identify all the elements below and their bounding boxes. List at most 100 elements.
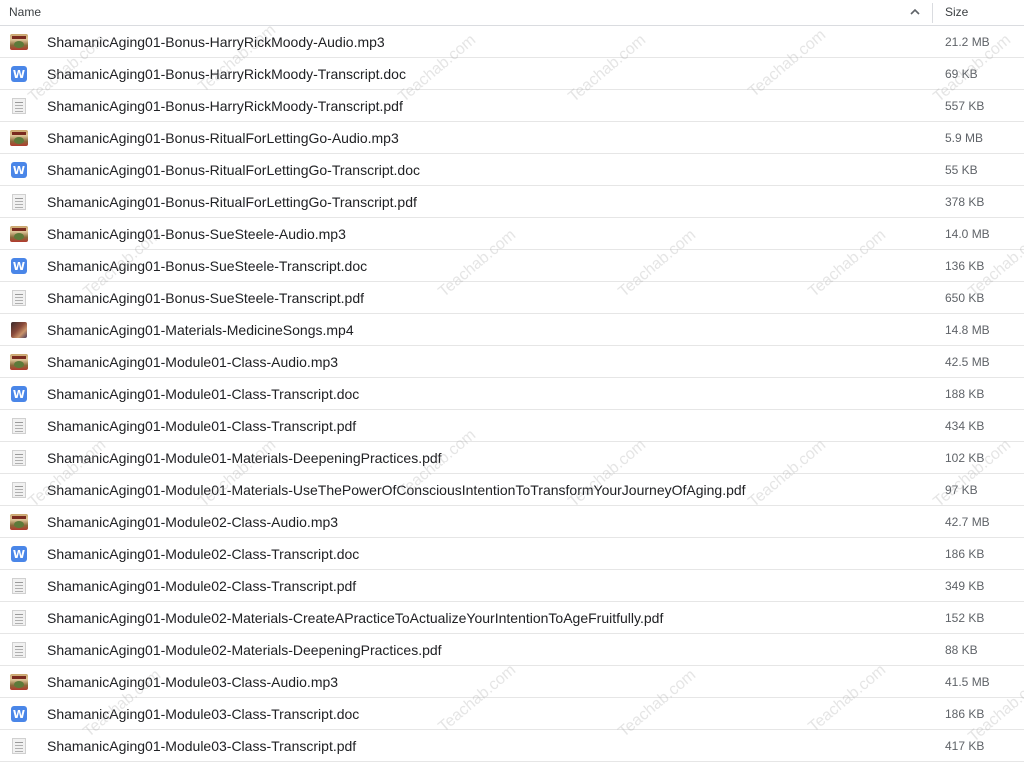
file-row[interactable]: W ShamanicAging01-Bonus-SueSteele-Transcr… <box>0 250 1024 282</box>
file-type-icon <box>10 513 28 531</box>
file-size: 88 KB <box>945 643 978 657</box>
file-size: 378 KB <box>945 195 985 209</box>
file-row[interactable]: W ShamanicAging01-Bonus-HarryRickMoody-Tr… <box>0 58 1024 90</box>
column-header-name[interactable]: Name <box>9 5 41 19</box>
audio-thumbnail-icon <box>10 354 28 370</box>
file-row[interactable]: ShamanicAging01-Module02-Class-Transcrip… <box>0 570 1024 602</box>
file-size: 102 KB <box>945 451 985 465</box>
pdf-document-icon <box>12 98 26 114</box>
audio-thumbnail-icon <box>10 674 28 690</box>
pdf-document-icon <box>12 418 26 434</box>
file-row[interactable]: ShamanicAging01-Bonus-RitualForLettingGo… <box>0 122 1024 154</box>
column-header-size[interactable]: Size <box>945 5 968 19</box>
file-size: 55 KB <box>945 163 978 177</box>
word-doc-icon: W <box>11 162 27 178</box>
file-type-icon <box>10 353 28 371</box>
file-name[interactable]: ShamanicAging01-Bonus-SueSteele-Transcri… <box>47 290 364 306</box>
file-row[interactable]: ShamanicAging01-Module01-Materials-Deepe… <box>0 442 1024 474</box>
pdf-document-icon <box>12 642 26 658</box>
file-name[interactable]: ShamanicAging01-Module02-Class-Transcrip… <box>47 578 356 594</box>
pdf-document-icon <box>12 610 26 626</box>
file-size: 186 KB <box>945 547 985 561</box>
file-name[interactable]: ShamanicAging01-Materials-MedicineSongs.… <box>47 322 354 338</box>
pdf-document-icon <box>12 578 26 594</box>
file-size: 188 KB <box>945 387 985 401</box>
audio-thumbnail-icon <box>10 34 28 50</box>
file-name[interactable]: ShamanicAging01-Bonus-HarryRickMoody-Tra… <box>47 66 406 82</box>
file-size: 417 KB <box>945 739 985 753</box>
video-thumbnail-icon <box>11 322 27 338</box>
file-type-icon <box>10 609 28 627</box>
file-size: 14.0 MB <box>945 227 990 241</box>
pdf-document-icon <box>12 194 26 210</box>
file-type-icon <box>10 33 28 51</box>
file-name[interactable]: ShamanicAging01-Module02-Materials-Creat… <box>47 610 663 626</box>
file-name[interactable]: ShamanicAging01-Bonus-SueSteele-Audio.mp… <box>47 226 346 242</box>
file-name[interactable]: ShamanicAging01-Module02-Class-Audio.mp3 <box>47 514 338 530</box>
file-name[interactable]: ShamanicAging01-Bonus-RitualForLettingGo… <box>47 194 417 210</box>
file-row[interactable]: ShamanicAging01-Bonus-SueSteele-Audio.mp… <box>0 218 1024 250</box>
file-name[interactable]: ShamanicAging01-Module03-Class-Transcrip… <box>47 738 356 754</box>
file-size: 434 KB <box>945 419 985 433</box>
file-name[interactable]: ShamanicAging01-Module02-Materials-Deepe… <box>47 642 442 658</box>
file-row[interactable]: ShamanicAging01-Module01-Class-Transcrip… <box>0 410 1024 442</box>
file-size: 97 KB <box>945 483 978 497</box>
word-doc-icon: W <box>11 386 27 402</box>
audio-thumbnail-icon <box>10 130 28 146</box>
file-size: 557 KB <box>945 99 985 113</box>
file-row[interactable]: W ShamanicAging01-Bonus-RitualForLettingG… <box>0 154 1024 186</box>
file-type-icon <box>10 417 28 435</box>
file-size: 42.5 MB <box>945 355 990 369</box>
file-name[interactable]: ShamanicAging01-Module03-Class-Transcrip… <box>47 706 359 722</box>
file-size: 69 KB <box>945 67 978 81</box>
word-doc-icon: W <box>11 66 27 82</box>
file-row[interactable]: W ShamanicAging01-Module03-Class-Transcri… <box>0 698 1024 730</box>
file-row[interactable]: ShamanicAging01-Bonus-RitualForLettingGo… <box>0 186 1024 218</box>
file-type-icon <box>10 289 28 307</box>
file-row[interactable]: ShamanicAging01-Module03-Class-Audio.mp3… <box>0 666 1024 698</box>
file-name[interactable]: ShamanicAging01-Bonus-RitualForLettingGo… <box>47 130 399 146</box>
file-size: 136 KB <box>945 259 985 273</box>
file-row[interactable]: ShamanicAging01-Module01-Class-Audio.mp3… <box>0 346 1024 378</box>
file-type-icon: W <box>10 545 28 563</box>
file-name[interactable]: ShamanicAging01-Bonus-RitualForLettingGo… <box>47 162 420 178</box>
file-name[interactable]: ShamanicAging01-Bonus-SueSteele-Transcri… <box>47 258 367 274</box>
file-size: 42.7 MB <box>945 515 990 529</box>
file-name[interactable]: ShamanicAging01-Module01-Materials-Deepe… <box>47 450 442 466</box>
file-row[interactable]: ShamanicAging01-Bonus-HarryRickMoody-Tra… <box>0 90 1024 122</box>
file-name[interactable]: ShamanicAging01-Module02-Class-Transcrip… <box>47 546 359 562</box>
file-size: 14.8 MB <box>945 323 990 337</box>
file-type-icon <box>10 641 28 659</box>
pdf-document-icon <box>12 482 26 498</box>
file-type-icon: W <box>10 385 28 403</box>
file-size: 349 KB <box>945 579 985 593</box>
file-size: 650 KB <box>945 291 985 305</box>
file-type-icon <box>10 193 28 211</box>
file-name[interactable]: ShamanicAging01-Module01-Class-Transcrip… <box>47 418 356 434</box>
file-row[interactable]: ShamanicAging01-Module02-Materials-Deepe… <box>0 634 1024 666</box>
audio-thumbnail-icon <box>10 514 28 530</box>
file-row[interactable]: ShamanicAging01-Module03-Class-Transcrip… <box>0 730 1024 762</box>
file-list: ShamanicAging01-Bonus-HarryRickMoody-Aud… <box>0 26 1024 762</box>
audio-thumbnail-icon <box>10 226 28 242</box>
file-row[interactable]: ShamanicAging01-Module01-Materials-UseTh… <box>0 474 1024 506</box>
file-name[interactable]: ShamanicAging01-Module01-Class-Transcrip… <box>47 386 359 402</box>
file-name[interactable]: ShamanicAging01-Module03-Class-Audio.mp3 <box>47 674 338 690</box>
file-name[interactable]: ShamanicAging01-Module01-Class-Audio.mp3 <box>47 354 338 370</box>
file-size: 21.2 MB <box>945 35 990 49</box>
pdf-document-icon <box>12 450 26 466</box>
file-row[interactable]: W ShamanicAging01-Module02-Class-Transcri… <box>0 538 1024 570</box>
file-type-icon <box>10 129 28 147</box>
file-type-icon: W <box>10 161 28 179</box>
file-row[interactable]: ShamanicAging01-Module02-Materials-Creat… <box>0 602 1024 634</box>
file-name[interactable]: ShamanicAging01-Module01-Materials-UseTh… <box>47 482 746 498</box>
arrow-up-icon[interactable] <box>906 3 924 21</box>
file-row[interactable]: W ShamanicAging01-Module01-Class-Transcri… <box>0 378 1024 410</box>
file-name[interactable]: ShamanicAging01-Bonus-HarryRickMoody-Aud… <box>47 34 385 50</box>
file-row[interactable]: ShamanicAging01-Materials-MedicineSongs.… <box>0 314 1024 346</box>
file-row[interactable]: ShamanicAging01-Bonus-SueSteele-Transcri… <box>0 282 1024 314</box>
file-name[interactable]: ShamanicAging01-Bonus-HarryRickMoody-Tra… <box>47 98 403 114</box>
file-row[interactable]: ShamanicAging01-Bonus-HarryRickMoody-Aud… <box>0 26 1024 58</box>
file-row[interactable]: ShamanicAging01-Module02-Class-Audio.mp3… <box>0 506 1024 538</box>
column-divider[interactable] <box>932 3 933 23</box>
